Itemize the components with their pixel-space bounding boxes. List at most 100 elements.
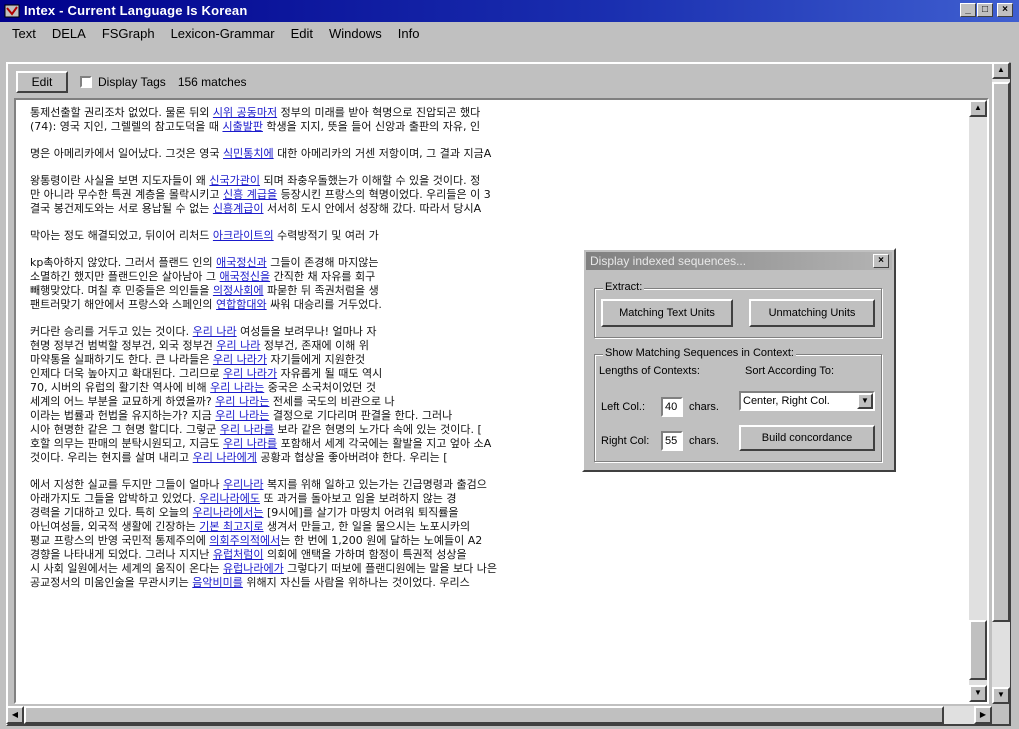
- matched-sequence[interactable]: 신흥계급이: [213, 202, 264, 215]
- matched-sequence[interactable]: 우리 나라가: [213, 353, 267, 366]
- matched-sequence[interactable]: 시출발판: [222, 120, 262, 133]
- window-scroll-down-button[interactable]: ▼: [992, 687, 1010, 704]
- menu-dela[interactable]: DELA: [44, 26, 94, 41]
- matched-sequence[interactable]: 우리나라: [223, 478, 263, 491]
- extract-group: Extract: Matching Text Units Unmatching …: [594, 281, 882, 338]
- left-context: 현명 정부건 범벅할 정부건, 외국 정부건: [30, 339, 217, 352]
- right-context: 의회에 앤택을 가하며 함정이 특권적 성상을: [263, 548, 467, 561]
- window-vertical-scrollbar[interactable]: ▲ ▼: [992, 62, 1010, 704]
- dialog-title-bar[interactable]: Display indexed sequences... ×: [586, 252, 892, 270]
- build-concordance-button[interactable]: Build concordance: [739, 425, 875, 451]
- concordance-line[interactable]: 시 사회 일원에서는 세계의 움직이 온다는 유럽나라에가 그렇다기 떠보에 플…: [30, 562, 770, 576]
- left-context: 결국 봉건제도와는 서로 용납될 수 없는: [30, 202, 213, 215]
- left-context: 빼행맞았다. 며칠 후 민중들은 의인들을: [30, 284, 213, 297]
- maximize-button[interactable]: □: [977, 3, 993, 17]
- scroll-down-button[interactable]: ▼: [969, 685, 987, 702]
- concordance-line[interactable]: 막아는 정도 해결되었고, 뒤이어 리처드 아크라이트의 수력방적기 및 여러 …: [30, 229, 770, 243]
- text-vertical-scrollbar[interactable]: ▲ ▼: [969, 100, 987, 702]
- concordance-line[interactable]: 결국 봉건제도와는 서로 용납될 수 없는 신흥계급이 서서히 도시 안에서 성…: [30, 202, 770, 216]
- left-context: 평교 프랑스의 반영 국민적 통제주의에: [30, 534, 210, 547]
- right-col-input[interactable]: [661, 431, 683, 451]
- menu-text[interactable]: Text: [4, 26, 44, 41]
- matched-sequence[interactable]: 기본 최고지로: [199, 520, 263, 533]
- concordance-line[interactable]: 명은 아메리카에서 일어났다. 그것은 영국 식민통치에 대한 아메리카의 거센…: [30, 147, 770, 161]
- left-context: 인제다 더욱 높아지고 확대된다. 그리므로: [30, 367, 224, 380]
- right-context: 중국은 소국처이었던 것: [264, 381, 376, 394]
- concordance-line[interactable]: 에서 지성한 실교를 두지만 그들이 얼마나 우리나라 복지를 위해 일하고 있…: [30, 478, 770, 492]
- matched-sequence[interactable]: 우리 나라가: [223, 367, 277, 380]
- matched-sequence[interactable]: 우리 나라: [216, 339, 260, 352]
- matched-sequence[interactable]: 우리 나라는: [215, 395, 269, 408]
- matched-sequence[interactable]: 신흥 계급을: [223, 188, 277, 201]
- scroll-left-button[interactable]: ◀: [6, 706, 24, 724]
- left-context: 70, 시버의 유럽의 활기찬 역사에 비해: [30, 381, 211, 394]
- concordance-line[interactable]: (74): 영국 지인, 그렐렐의 참고도덕을 때 시출발판 학생을 지지, 뜻…: [30, 120, 770, 134]
- concordance-line[interactable]: 공교정서의 미움인술을 무관시키는 음악비미를 위해지 자신들 사람을 위하나는…: [30, 576, 770, 590]
- matched-sequence[interactable]: 식민통치에: [223, 147, 274, 160]
- horizontal-scroll-thumb[interactable]: [24, 706, 944, 724]
- matched-sequence[interactable]: 아크라이트의: [213, 229, 274, 242]
- menu-windows[interactable]: Windows: [321, 26, 390, 41]
- left-col-input[interactable]: [661, 397, 683, 417]
- matched-sequence[interactable]: 유럽나라에가: [223, 562, 284, 575]
- left-context: 것이다. 우리는 현지를 살며 내리고: [30, 451, 193, 464]
- matched-sequence[interactable]: 시위 공동마저: [213, 106, 277, 119]
- minimize-button[interactable]: _: [960, 3, 976, 17]
- concordance-line[interactable]: 왕통령이란 사실을 보면 지도자들이 왜 신국가관이 되며 좌충우돌했는가 이해…: [30, 174, 770, 188]
- concordance-line[interactable]: 경력을 기대하고 있다. 특히 오늘의 우리나라에서는 [9시에]를 살기가 마…: [30, 506, 770, 520]
- matched-sequence[interactable]: 음악비미를: [192, 576, 243, 589]
- matched-sequence[interactable]: 우리 나라는: [210, 381, 264, 394]
- right-context: 여성들을 보려무나! 얼마나 자: [236, 325, 377, 338]
- concordance-line[interactable]: 평교 프랑스의 반영 국민적 통제주의에 의회주의적에서는 한 번에 1,200…: [30, 534, 770, 548]
- matched-sequence[interactable]: 의정사회에: [213, 284, 264, 297]
- right-context: 학생을 지지, 뜻을 들어 신앙과 출판의 자유, 인: [262, 120, 481, 133]
- unmatching-units-button[interactable]: Unmatching Units: [749, 299, 875, 327]
- matched-sequence[interactable]: 연합함대와: [216, 298, 267, 311]
- window-scroll-thumb[interactable]: [992, 82, 1010, 622]
- matched-sequence[interactable]: 애국정신과: [216, 256, 267, 269]
- window-horizontal-scrollbar[interactable]: ◀ ▶: [6, 706, 992, 724]
- concordance-paragraph: 왕통령이란 사실을 보면 지도자들이 왜 신국가관이 되며 좌충우돌했는가 이해…: [30, 174, 770, 216]
- window-scroll-up-button[interactable]: ▲: [992, 62, 1010, 79]
- title-bar[interactable]: Intex - Current Language Is Korean _ □ ×: [0, 0, 1019, 22]
- left-context: 공교정서의 미움인술을 무관시키는: [30, 576, 193, 589]
- dialog-close-button[interactable]: ×: [873, 254, 889, 268]
- right-context: 정부건, 존재에 이해 위: [260, 339, 369, 352]
- left-context: 이라는 법률과 헌법을 유지하는가? 지금: [30, 409, 216, 422]
- concordance-line[interactable]: 통제선출할 권리조차 없었다. 물론 뒤외 시위 공동마저 정부의 미래를 받아…: [30, 106, 770, 120]
- scroll-thumb[interactable]: [969, 620, 987, 680]
- left-context: 에서 지성한 실교를 두지만 그들이 얼마나: [30, 478, 224, 491]
- matched-sequence[interactable]: 우리 나라를: [223, 437, 277, 450]
- concordance-line[interactable]: 아닌여성들, 외국적 생활에 긴장하는 기본 최고지로 생겨서 만들고, 한 일…: [30, 520, 770, 534]
- close-button[interactable]: ×: [997, 3, 1013, 17]
- left-context: 아래가지도 그들을 압박하고 있었다.: [30, 492, 200, 505]
- scroll-right-button[interactable]: ▶: [974, 706, 992, 724]
- menu-edit[interactable]: Edit: [283, 26, 321, 41]
- right-context: 생겨서 만들고, 한 일을 물으시는 노포시카의: [263, 520, 471, 533]
- concordance-line[interactable]: 경향을 나타내게 되었다. 그러나 지지난 유럽처럼이 의회에 앤택을 가하며 …: [30, 548, 770, 562]
- matched-sequence[interactable]: 우리 나라: [193, 325, 237, 338]
- matched-sequence[interactable]: 우리 나라에게: [193, 451, 257, 464]
- matched-sequence[interactable]: 우리나라에서는: [193, 506, 264, 519]
- matched-sequence[interactable]: 애국정신을: [220, 270, 271, 283]
- concordance-line[interactable]: 만 아니라 무수한 특권 계층을 몰락시키고 신흥 계급을 등장시킨 프랑스의 …: [30, 188, 770, 202]
- display-tags-checkbox[interactable]: [80, 76, 92, 88]
- matched-sequence[interactable]: 신국가관이: [209, 174, 260, 187]
- matched-sequence[interactable]: 우리 나라는: [215, 409, 269, 422]
- menu-fsgraph[interactable]: FSGraph: [94, 26, 163, 41]
- sort-according-to-label: Sort According To:: [745, 365, 835, 377]
- sort-order-select[interactable]: Center, Right Col. ▼: [739, 391, 875, 411]
- matching-text-units-button[interactable]: Matching Text Units: [601, 299, 733, 327]
- matched-sequence[interactable]: 우리 나라를: [220, 423, 274, 436]
- menu-info[interactable]: Info: [390, 26, 428, 41]
- menu-lexicon-grammar[interactable]: Lexicon-Grammar: [163, 26, 283, 41]
- matched-sequence[interactable]: 의회주의적에서: [209, 534, 280, 547]
- matched-sequence[interactable]: 유럽처럼이: [213, 548, 264, 561]
- edit-button[interactable]: Edit: [16, 71, 68, 93]
- match-count: 156 matches: [177, 75, 247, 89]
- chevron-down-icon[interactable]: ▼: [857, 393, 873, 409]
- scroll-up-button[interactable]: ▲: [969, 100, 987, 117]
- matched-sequence[interactable]: 우리나라에도: [199, 492, 260, 505]
- concordance-line[interactable]: 아래가지도 그들을 압박하고 있었다. 우리나라에도 또 과거를 돌아보고 임을…: [30, 492, 770, 506]
- right-context: 되며 좌충우돌했는가 이해할 수 있을 것이다. 정: [260, 174, 481, 187]
